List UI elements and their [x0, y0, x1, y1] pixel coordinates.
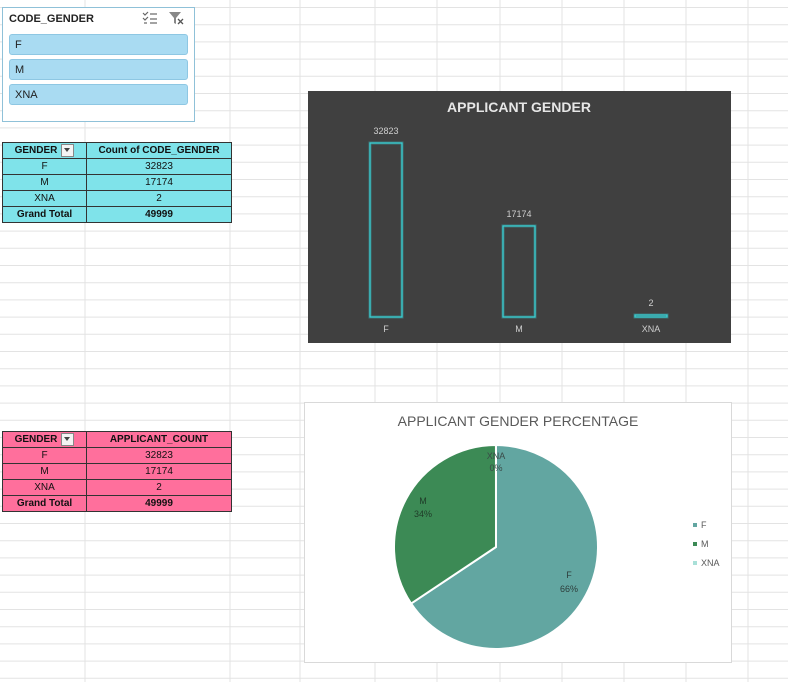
pie-percent-label: 34%: [414, 509, 432, 519]
header-count[interactable]: Count of CODE_GENDER: [86, 142, 232, 159]
grand-total-label[interactable]: Grand Total: [2, 206, 87, 223]
bar-glow: [501, 224, 537, 319]
row-label[interactable]: M: [2, 174, 87, 191]
header-gender-cell[interactable]: GENDER: [2, 142, 87, 159]
bar-m[interactable]: [502, 225, 536, 318]
pie-category-label: XNA: [487, 451, 506, 461]
legend-entry[interactable]: XNA: [701, 558, 720, 568]
applicant-gender-bar-chart[interactable]: APPLICANT GENDER 32823 F 17174 M 2 XNA: [308, 91, 731, 343]
row-value[interactable]: 17174: [86, 463, 232, 480]
header-gender: GENDER: [14, 434, 58, 446]
row-label[interactable]: M: [2, 463, 87, 480]
pivot-table-count: GENDER Count of CODE_GENDER F 32823 M 1717…: [2, 142, 232, 223]
bar-data-label: 17174: [506, 209, 531, 219]
header-gender-cell[interactable]: GENDER: [2, 431, 87, 448]
header-gender: GENDER: [14, 145, 58, 157]
legend-marker: [693, 542, 697, 546]
row-label[interactable]: F: [2, 158, 87, 175]
filter-dropdown-icon[interactable]: [61, 433, 75, 446]
grand-total-label[interactable]: Grand Total: [2, 495, 87, 512]
chart-title: APPLICANT GENDER PERCENTAGE: [398, 413, 639, 429]
grand-total-value[interactable]: 49999: [86, 495, 232, 512]
row-value[interactable]: 2: [86, 479, 232, 496]
legend-marker: [693, 561, 697, 565]
pie-category-label: F: [566, 570, 572, 580]
legend-entry[interactable]: F: [701, 520, 707, 530]
x-tick-label: XNA: [642, 324, 661, 334]
pie-percent-label: 66%: [560, 584, 578, 594]
bar-data-label: 32823: [373, 126, 398, 136]
slicer-item-m[interactable]: M: [9, 59, 188, 80]
clear-filter-icon[interactable]: [167, 11, 185, 27]
slicer-item-xna[interactable]: XNA: [9, 84, 188, 105]
row-value[interactable]: 32823: [86, 447, 232, 464]
bar-f[interactable]: [369, 142, 403, 318]
row-value[interactable]: 32823: [86, 158, 232, 175]
code-gender-slicer[interactable]: CODE_GENDER F M XNA: [2, 7, 195, 122]
slicer-item-f[interactable]: F: [9, 34, 188, 55]
slicer-title: CODE_GENDER: [9, 13, 94, 25]
multi-select-icon[interactable]: [141, 11, 159, 27]
row-value[interactable]: 17174: [86, 174, 232, 191]
pivot-table-applicant-count: GENDER APPLICANT_COUNT F 32823 M 17174 XNA…: [2, 431, 232, 512]
bar-chart-svg: APPLICANT GENDER 32823 F 17174 M 2 XNA: [368, 99, 669, 334]
row-label[interactable]: XNA: [2, 190, 87, 207]
grand-total-value[interactable]: 49999: [86, 206, 232, 223]
row-value[interactable]: 2: [86, 190, 232, 207]
filter-dropdown-icon[interactable]: [61, 144, 75, 157]
legend-marker: [693, 523, 697, 527]
header-applicant-count[interactable]: APPLICANT_COUNT: [86, 431, 232, 448]
x-tick-label: M: [515, 324, 523, 334]
row-label[interactable]: XNA: [2, 479, 87, 496]
row-label[interactable]: F: [2, 447, 87, 464]
legend-entry[interactable]: M: [701, 539, 709, 549]
pie-percent-label: 0%: [489, 463, 502, 473]
chart-title: APPLICANT GENDER: [447, 99, 591, 115]
pie-chart-svg: APPLICANT GENDER PERCENTAGE F 66% M 34% XNA 0…: [393, 413, 720, 650]
bar-data-label: 2: [648, 298, 653, 308]
pie-category-label: M: [419, 496, 427, 506]
x-tick-label: F: [383, 324, 389, 334]
applicant-gender-pie-chart[interactable]: APPLICANT GENDER PERCENTAGE F 66% M 34% XNA 0…: [304, 402, 732, 663]
bar-glow: [368, 141, 404, 319]
